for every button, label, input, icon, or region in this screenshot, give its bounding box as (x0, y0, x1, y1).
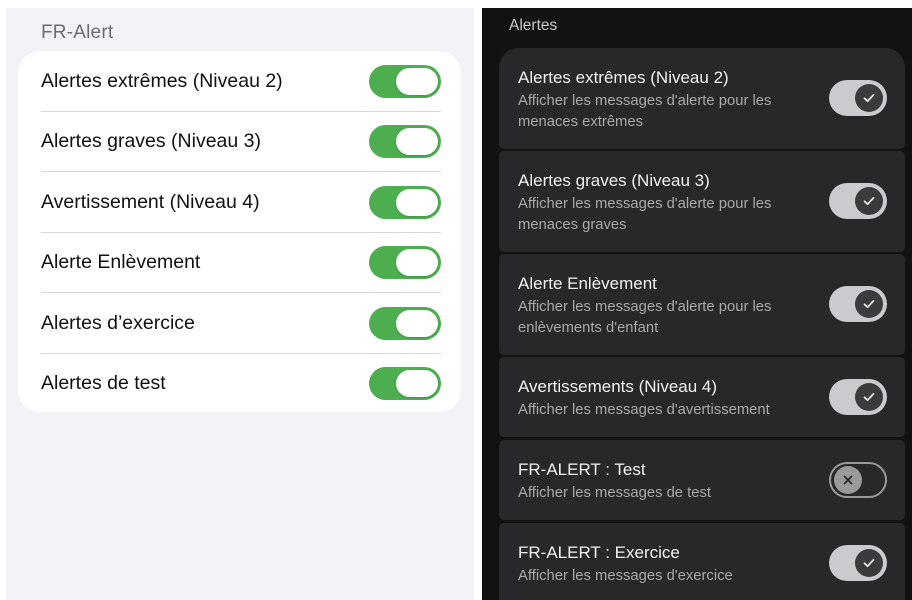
android-toggle-switch[interactable] (829, 379, 887, 415)
ios-toggle-switch[interactable] (369, 185, 441, 219)
toggle-knob (396, 309, 438, 337)
ios-row-label: Alertes extrêmes (Niveau 2) (41, 69, 283, 92)
check-icon (855, 290, 883, 318)
android-item-abduction-alert[interactable]: Alerte Enlèvement Afficher les messages … (499, 254, 905, 355)
android-toggle-switch[interactable] (829, 183, 887, 219)
android-item-severe-alerts[interactable]: Alertes graves (Niveau 3) Afficher les m… (499, 151, 905, 252)
ios-toggle-switch[interactable] (369, 64, 441, 98)
ios-settings-group: Alertes extrêmes (Niveau 2) Alertes grav… (18, 51, 461, 412)
check-icon (855, 84, 883, 112)
close-icon (834, 466, 862, 494)
android-item-subtitle: Afficher les messages d'exercice (518, 568, 733, 584)
android-settings-panel: Alertes Alertes extrêmes (Niveau 2) Affi… (482, 8, 912, 600)
ios-settings-panel: FR-Alert Alertes extrêmes (Niveau 2) Ale… (6, 8, 474, 600)
android-item-title: Alertes graves (Niveau 3) (518, 171, 710, 190)
android-item-title: FR-ALERT : Exercice (518, 543, 680, 562)
android-toggle-switch[interactable] (829, 80, 887, 116)
ios-toggle-switch[interactable] (369, 306, 441, 340)
toggle-knob (396, 249, 438, 277)
ios-row-warning[interactable]: Avertissement (Niveau 4) (18, 172, 461, 233)
ios-row-exercise-alerts[interactable]: Alertes d’exercice (18, 293, 461, 354)
android-item-subtitle: Afficher les messages d'alerte pour les … (518, 93, 772, 130)
ios-row-extreme-alerts[interactable]: Alertes extrêmes (Niveau 2) (18, 51, 461, 112)
check-icon (855, 383, 883, 411)
android-item-warnings[interactable]: Avertissements (Niveau 4) Afficher les m… (499, 357, 905, 437)
android-section-header: Alertes (509, 17, 558, 34)
android-item-extreme-alerts[interactable]: Alertes extrêmes (Niveau 2) Afficher les… (499, 48, 905, 149)
android-item-title: Alerte Enlèvement (518, 274, 657, 293)
toggle-knob (396, 128, 438, 156)
ios-row-label: Alertes de test (41, 372, 166, 395)
ios-row-abduction-alert[interactable]: Alerte Enlèvement (18, 233, 461, 293)
ios-toggle-switch[interactable] (369, 367, 441, 401)
android-item-subtitle: Afficher les messages d'alerte pour les … (518, 196, 772, 233)
ios-section-header: FR-Alert (41, 22, 114, 43)
android-item-test[interactable]: FR-ALERT : Test Afficher les messages de… (499, 440, 905, 520)
ios-row-severe-alerts[interactable]: Alertes graves (Niveau 3) (18, 112, 461, 172)
ios-row-label: Alertes d’exercice (41, 311, 195, 334)
android-item-title: FR-ALERT : Test (518, 460, 646, 479)
android-toggle-switch[interactable] (829, 462, 887, 498)
ios-toggle-switch[interactable] (369, 125, 441, 159)
android-item-exercise[interactable]: FR-ALERT : Exercice Afficher les message… (499, 523, 905, 600)
ios-row-label: Alertes graves (Niveau 3) (41, 130, 262, 153)
android-item-subtitle: Afficher les messages de test (518, 485, 712, 501)
android-toggle-switch[interactable] (829, 286, 887, 322)
android-item-subtitle: Afficher les messages d'avertissement (518, 402, 770, 418)
toggle-knob (396, 370, 438, 398)
android-item-title: Alertes extrêmes (Niveau 2) (518, 68, 729, 87)
android-toggle-switch[interactable] (829, 545, 887, 581)
check-icon (855, 187, 883, 215)
ios-toggle-switch[interactable] (369, 246, 441, 280)
toggle-knob (396, 188, 438, 216)
check-icon (855, 549, 883, 577)
ios-row-label: Avertissement (Niveau 4) (41, 190, 260, 213)
android-item-title: Avertissements (Niveau 4) (518, 377, 718, 396)
android-item-subtitle: Afficher les messages d'alerte pour les … (518, 299, 772, 336)
ios-row-test-alerts[interactable]: Alertes de test (18, 354, 461, 413)
ios-row-label: Alerte Enlèvement (41, 251, 201, 274)
toggle-knob (396, 67, 438, 95)
